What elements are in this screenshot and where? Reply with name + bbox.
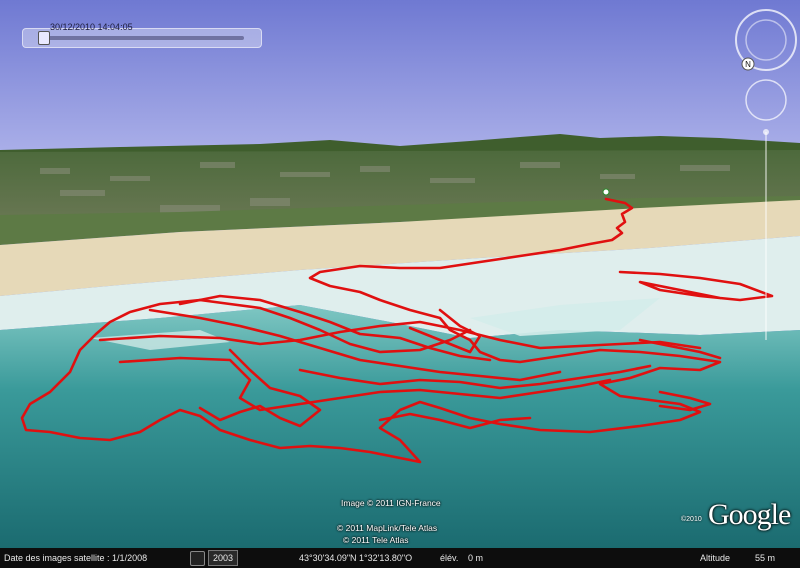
altitude-value: 55 m: [755, 553, 776, 563]
north-indicator[interactable]: N: [741, 57, 755, 71]
time-slider-timestamp: 30/12/2010 14:04:05: [50, 22, 133, 32]
credit-maplink: © 2011 MapLink/Tele Atlas: [337, 523, 438, 533]
historical-imagery-clock-icon[interactable]: [190, 551, 205, 566]
svg-text:N: N: [745, 60, 751, 69]
credit-imagery: Image © 2011 IGN-France: [341, 498, 441, 508]
google-logo: Google: [708, 498, 791, 531]
earth-3d-view[interactable]: N: [0, 0, 800, 568]
time-slider-thumb[interactable]: [38, 31, 50, 45]
altitude-label: Altitude: [700, 553, 731, 563]
pointer-coordinates: 43°30'34.09"N 1°32'13.80"O: [299, 553, 413, 563]
elevation-label: élév.: [440, 553, 459, 563]
track-start-marker: [602, 188, 610, 196]
imagery-year-button[interactable]: 2003: [208, 550, 239, 566]
credit-teleatlas: © 2011 Tele Atlas: [343, 535, 409, 545]
elevation-value: 0 m: [468, 553, 484, 563]
google-logo-year: ©2010: [681, 516, 702, 523]
status-bar: Date des images satellite : 1/1/2008 200…: [0, 548, 800, 568]
time-slider-track[interactable]: [44, 36, 244, 40]
imagery-date: Date des images satellite : 1/1/2008: [4, 553, 148, 563]
